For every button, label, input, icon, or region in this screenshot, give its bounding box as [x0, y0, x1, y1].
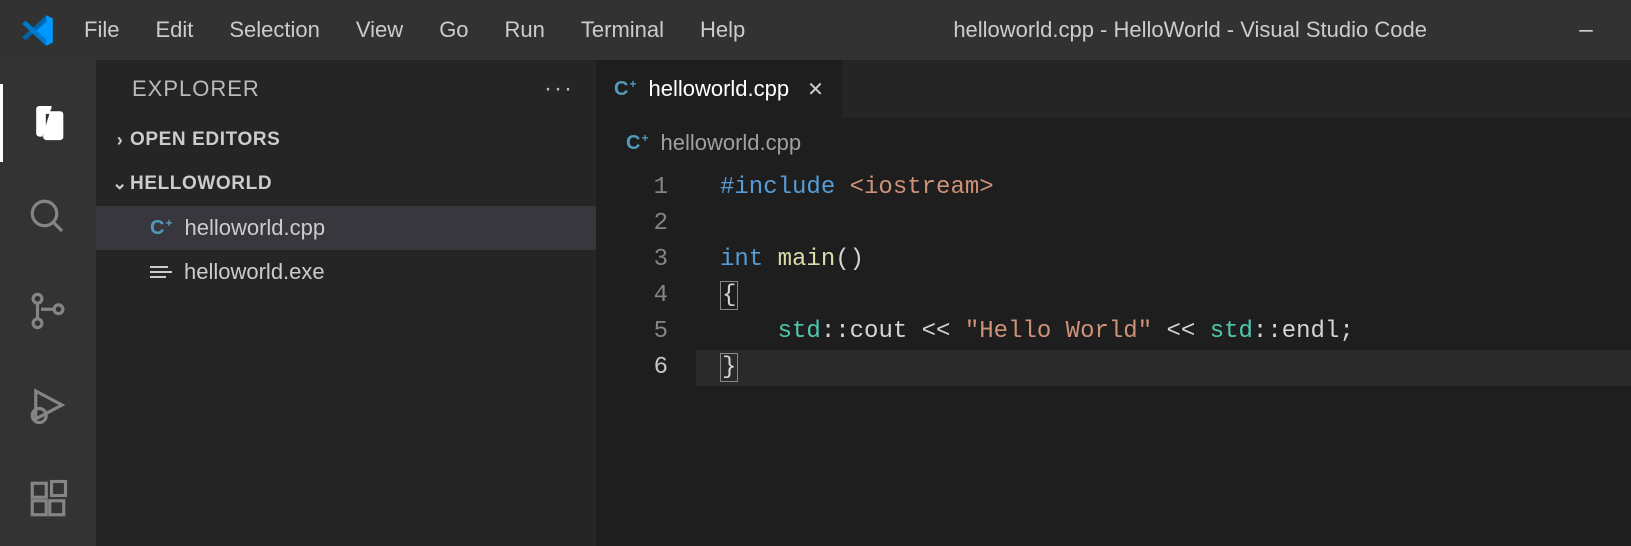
chevron-down-icon: ⌄	[110, 173, 130, 194]
explorer-more-icon[interactable]: ···	[544, 75, 574, 103]
open-editors-label: OPEN EDITORS	[130, 129, 280, 151]
menu-run[interactable]: Run	[491, 11, 559, 49]
code-line[interactable]	[696, 206, 1631, 242]
activity-search[interactable]	[0, 170, 96, 264]
window-title: helloworld.cpp - HelloWorld - Visual Stu…	[859, 17, 1571, 43]
code-editor[interactable]: 1 2 3 4 5 6 #include <iostream> int main…	[596, 168, 1631, 386]
folder-label: HELLOWORLD	[130, 173, 272, 195]
minimize-icon[interactable]	[1571, 15, 1601, 45]
code-line[interactable]: {	[696, 278, 1631, 314]
line-number: 1	[596, 170, 696, 206]
file-name: helloworld.cpp	[184, 215, 325, 241]
menu-terminal[interactable]: Terminal	[567, 11, 678, 49]
menu-file[interactable]: File	[70, 11, 133, 49]
activity-bar	[0, 60, 96, 546]
titlebar: File Edit Selection View Go Run Terminal…	[0, 0, 1631, 60]
line-gutter: 1 2 3 4 5 6	[596, 170, 696, 386]
folder-section[interactable]: ⌄ HELLOWORLD	[96, 162, 596, 206]
explorer-title: EXPLORER	[132, 76, 260, 102]
cpp-file-icon: C+	[614, 78, 636, 101]
explorer-header: EXPLORER ···	[96, 60, 596, 118]
breadcrumb-label: helloworld.cpp	[660, 130, 801, 156]
menu-help[interactable]: Help	[686, 11, 759, 49]
menu-go[interactable]: Go	[425, 11, 482, 49]
file-row-cpp[interactable]: C+ helloworld.cpp	[96, 206, 596, 250]
line-number: 4	[596, 278, 696, 314]
breadcrumb[interactable]: C+ helloworld.cpp	[596, 118, 1631, 168]
menu-edit[interactable]: Edit	[141, 11, 207, 49]
vscode-logo-icon	[20, 13, 55, 48]
cpp-file-icon: C+	[626, 132, 648, 155]
editor-tab[interactable]: C+ helloworld.cpp ✕	[596, 60, 842, 118]
code-line[interactable]: int main()	[696, 242, 1631, 278]
tab-label: helloworld.cpp	[648, 76, 789, 102]
line-number: 5	[596, 314, 696, 350]
activity-explorer[interactable]	[0, 76, 96, 170]
line-number: 2	[596, 206, 696, 242]
code-line[interactable]: }	[696, 350, 1631, 386]
line-number: 6	[596, 350, 696, 386]
menu-view[interactable]: View	[342, 11, 417, 49]
window-controls	[1571, 15, 1621, 45]
editor-group: C+ helloworld.cpp ✕ C+ helloworld.cpp 1 …	[596, 60, 1631, 546]
activity-run-debug[interactable]	[0, 358, 96, 452]
code-line[interactable]: #include <iostream>	[696, 170, 1631, 206]
line-number: 3	[596, 242, 696, 278]
code-content[interactable]: #include <iostream> int main() { std::co…	[696, 170, 1631, 386]
editor-tabs: C+ helloworld.cpp ✕	[596, 60, 1631, 118]
activity-extensions[interactable]	[0, 452, 96, 546]
close-icon[interactable]: ✕	[807, 77, 824, 102]
generic-file-icon	[150, 266, 172, 278]
file-row-exe[interactable]: helloworld.exe	[96, 250, 596, 294]
code-line[interactable]: std::cout << "Hello World" << std::endl;	[696, 314, 1631, 350]
activity-source-control[interactable]	[0, 264, 96, 358]
menu-selection[interactable]: Selection	[215, 11, 334, 49]
file-name: helloworld.exe	[184, 259, 325, 285]
menu-bar: File Edit Selection View Go Run Terminal…	[70, 11, 759, 49]
cpp-file-icon: C+	[150, 217, 172, 240]
open-editors-section[interactable]: › OPEN EDITORS	[96, 118, 596, 162]
chevron-right-icon: ›	[110, 130, 130, 151]
explorer-sidebar: EXPLORER ··· › OPEN EDITORS ⌄ HELLOWORLD…	[96, 60, 596, 546]
